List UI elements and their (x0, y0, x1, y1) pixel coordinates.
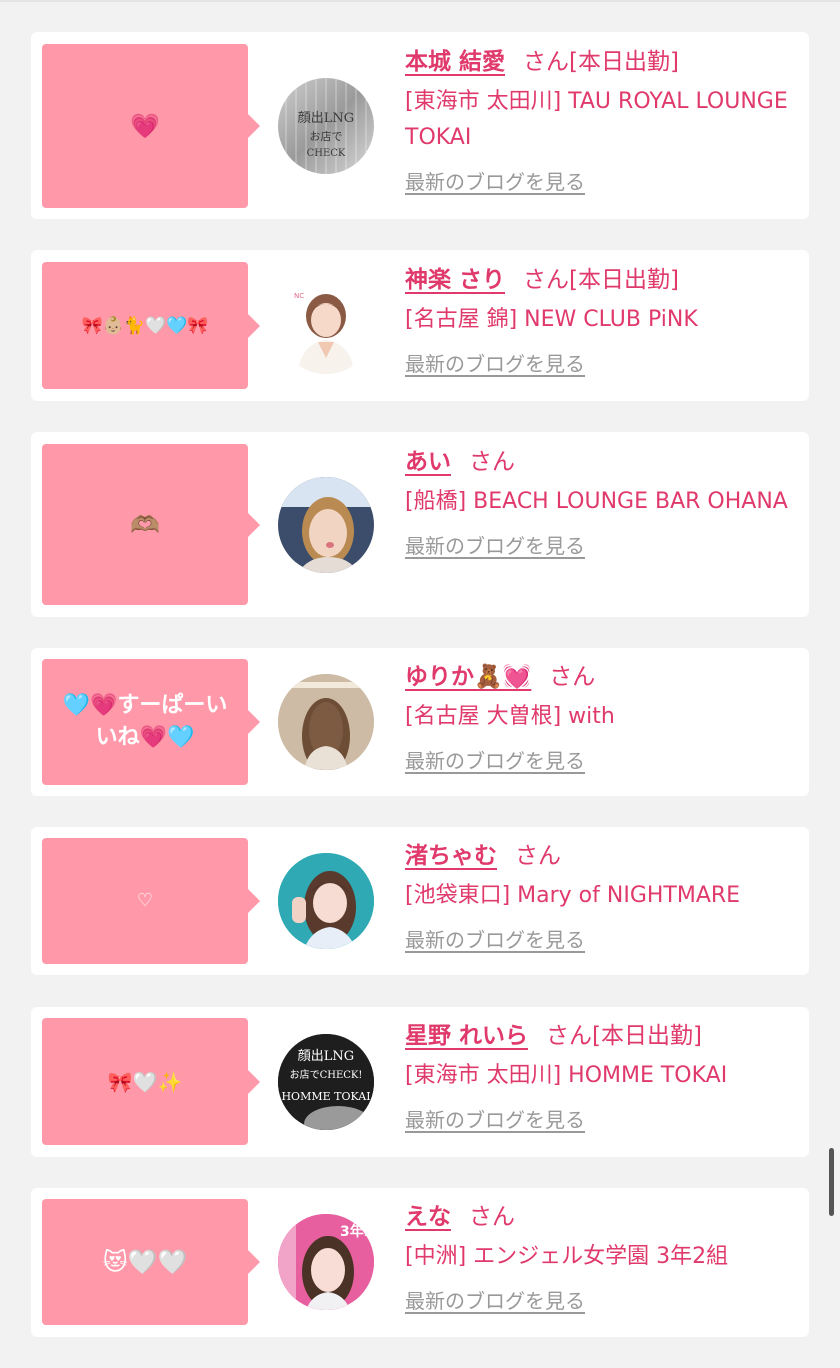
comment-bubble: 🩵💗すーぱーいいね💗🩵 (42, 659, 260, 785)
svg-text:HOMME TOKAI: HOMME TOKAI (281, 1090, 370, 1103)
avatar[interactable]: 顔出LNG お店でCHECK! HOMME TOKAI (278, 1034, 374, 1130)
avatar[interactable]: NC (278, 278, 374, 374)
comment-text: ♡ (136, 890, 154, 911)
honorific: さん (469, 1204, 515, 1230)
svg-text:CHECK: CHECK (307, 148, 346, 159)
avatar[interactable]: 顔出LNG お店で CHECK (278, 78, 374, 174)
svg-text:顔出LNG: 顔出LNG (298, 1049, 354, 1064)
avatar[interactable] (278, 853, 374, 949)
girl-info: 渚ちゃむ さん [池袋東口] Mary of NIGHTMARE 最新のブログを見… (405, 838, 795, 953)
comment-bubble: 🎀🤍✨ (42, 1018, 260, 1145)
latest-blog-link[interactable]: 最新のブログを見る (405, 1285, 585, 1314)
latest-blog-link[interactable]: 最新のブログを見る (405, 745, 585, 774)
comment-text: 😻🤍🤍 (102, 1248, 188, 1276)
girl-info: あい さん [船橋] BEACH LOUNGE BAR OHANA 最新のブログを… (405, 444, 795, 559)
work-status: [本日出勤] (569, 267, 679, 293)
latest-blog-link[interactable]: 最新のブログを見る (405, 924, 585, 953)
svg-text:NC: NC (294, 292, 304, 300)
shop-name: [船橋] BEACH LOUNGE BAR OHANA (405, 489, 788, 514)
comment-text: 🩵💗すーぱーいいね💗🩵 (62, 693, 228, 750)
girl-name-link[interactable]: ゆりか🧸💓 (405, 664, 531, 690)
list-item: 🎀👶🏼🐈🤍🩵🎀 NC 神楽 さり さん[本日出勤] [名古屋 錦] NEW CLU… (31, 250, 809, 401)
girl-info: 本城 結愛 さん[本日出勤] [東海市 太田川] TAU ROYAL LOUNGE… (405, 44, 795, 195)
list-item: 🎀🤍✨ 顔出LNG お店でCHECK! HOMME TOKAI 星野 れいら さん… (31, 1007, 809, 1157)
latest-blog-link[interactable]: 最新のブログを見る (405, 1104, 585, 1133)
name-line: 本城 結愛 さん[本日出勤] (405, 44, 795, 80)
shop-name: [東海市 太田川] TAU ROYAL LOUNGE TOKAI (405, 89, 788, 150)
avatar[interactable] (278, 674, 374, 770)
latest-blog-link[interactable]: 最新のブログを見る (405, 166, 585, 195)
work-status: [本日出勤] (592, 1023, 702, 1049)
svg-text:お店でCHECK!: お店でCHECK! (290, 1068, 363, 1081)
comment-text: 🎀🤍✨ (107, 1069, 183, 1094)
scrollbar-thumb[interactable] (829, 1148, 834, 1216)
shop-name: [東海市 太田川] HOMME TOKAI (405, 1063, 728, 1088)
name-line: えな さん (405, 1199, 795, 1235)
girl-name-link[interactable]: えな (405, 1204, 451, 1230)
girl-info: 星野 れいら さん[本日出勤] [東海市 太田川] HOMME TOKAI 最新の… (405, 1018, 795, 1133)
comment-bubble: 🎀👶🏼🐈🤍🩵🎀 (42, 262, 260, 389)
list-item: ♡ 渚ちゃむ さん [池袋東口] Mary of NIGHTMARE 最新のブログ… (31, 827, 809, 975)
name-line: 星野 れいら さん[本日出勤] (405, 1018, 795, 1054)
girl-name-link[interactable]: 星野 れいら (405, 1023, 528, 1049)
comment-bubble: 💗 (42, 44, 260, 208)
list-item: 🫶🏽 あい さん [船橋] BEACH LOUNGE BAR OHANA 最新のブ… (31, 432, 809, 617)
list-item: 💗 顔出LNG お店で CHECK 本城 結愛 さん[本日出勤] [東海市 太田川… (31, 32, 809, 219)
name-line: 神楽 さり さん[本日出勤] (405, 262, 795, 298)
girl-name-link[interactable]: あい (405, 449, 451, 475)
latest-blog-link[interactable]: 最新のブログを見る (405, 348, 585, 377)
girl-name-link[interactable]: 渚ちゃむ (405, 843, 497, 869)
comment-text: 🫶🏽 (130, 510, 160, 539)
list-item: 🩵💗すーぱーいいね💗🩵 ゆりか🧸💓 さん [名古屋 大曽根] with 最新のブロ… (31, 648, 809, 796)
svg-text:3年2: 3年2 (340, 1223, 373, 1240)
avatar[interactable] (278, 477, 374, 573)
girl-info: えな さん [中洲] エンジェル女学園 3年2組 最新のブログを見る (405, 1199, 795, 1314)
honorific: さん (523, 49, 570, 75)
comment-text: 💗 (130, 112, 160, 140)
svg-text:お店で: お店で (310, 129, 343, 143)
comment-text: 🎀👶🏼🐈🤍🩵🎀 (81, 315, 209, 336)
shop-name: [中洲] エンジェル女学園 3年2組 (405, 1244, 729, 1269)
svg-text:顔出LNG: 顔出LNG (298, 111, 354, 126)
top-divider (0, 0, 840, 2)
shop-name: [名古屋 錦] NEW CLUB PiNK (405, 307, 698, 332)
list-item: 😻🤍🤍 3年2 えな さん [中洲] エンジェル女学園 3年2組 最新のブログを見… (31, 1188, 809, 1337)
name-line: 渚ちゃむ さん (405, 838, 795, 874)
comment-bubble: 🫶🏽 (42, 444, 260, 605)
honorific: さん (549, 664, 596, 690)
honorific: さん (515, 843, 561, 869)
girl-info: 神楽 さり さん[本日出勤] [名古屋 錦] NEW CLUB PiNK 最新のブ… (405, 262, 795, 377)
girl-name-link[interactable]: 神楽 さり (405, 267, 505, 293)
name-line: ゆりか🧸💓 さん (405, 659, 795, 695)
latest-blog-link[interactable]: 最新のブログを見る (405, 530, 585, 559)
comment-bubble: 😻🤍🤍 (42, 1199, 260, 1325)
work-status: [本日出勤] (569, 49, 679, 75)
honorific: さん (469, 449, 515, 475)
name-line: あい さん (405, 444, 795, 480)
shop-name: [池袋東口] Mary of NIGHTMARE (405, 883, 741, 908)
girl-info: ゆりか🧸💓 さん [名古屋 大曽根] with 最新のブログを見る (405, 659, 795, 774)
honorific: さん (523, 267, 570, 293)
girl-name-link[interactable]: 本城 結愛 (405, 49, 505, 75)
shop-name: [名古屋 大曽根] with (405, 704, 615, 729)
comment-bubble: ♡ (42, 838, 260, 964)
avatar[interactable]: 3年2 (278, 1214, 374, 1310)
honorific: さん (546, 1023, 593, 1049)
